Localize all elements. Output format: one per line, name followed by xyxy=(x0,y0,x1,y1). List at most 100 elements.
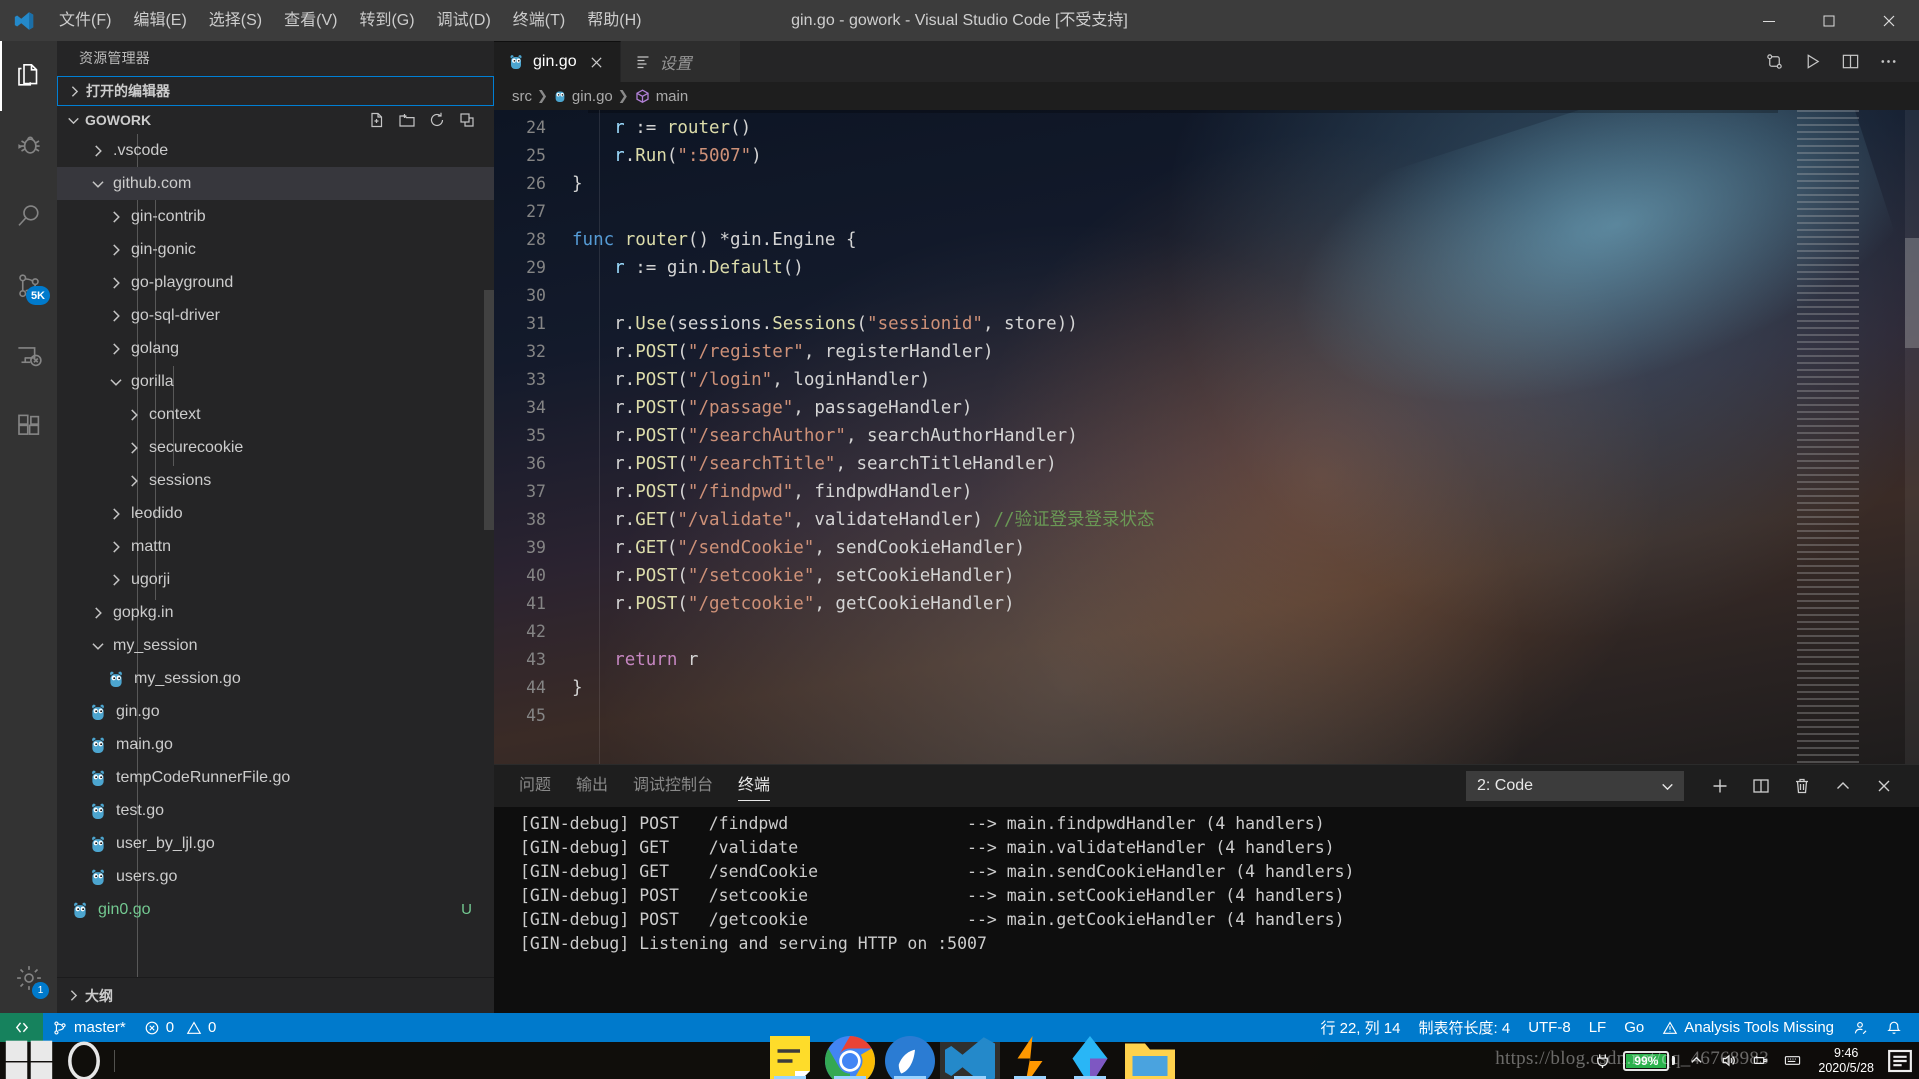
code-line[interactable]: 32 r.POST("/register", registerHandler) xyxy=(494,338,1919,366)
tree-folder-leodido[interactable]: leodido xyxy=(57,497,494,530)
minimize-button[interactable] xyxy=(1739,0,1799,41)
code-line[interactable]: 29 r := gin.Default() xyxy=(494,254,1919,282)
tree-folder-go-sql-driver[interactable]: go-sql-driver xyxy=(57,299,494,332)
tree-file-my_session.go[interactable]: my_session.go xyxy=(57,662,494,695)
split-compare-icon[interactable] xyxy=(1757,45,1791,79)
terminal-selector[interactable]: 2: Code xyxy=(1466,771,1684,801)
chevron-right-icon[interactable] xyxy=(107,274,125,292)
code-line[interactable]: 24 r := router() xyxy=(494,114,1919,142)
breadcrumb[interactable]: src ❯ gin.go ❯ main xyxy=(494,82,1919,110)
status-eol[interactable]: LF xyxy=(1580,1013,1616,1042)
tree-file-gin.go[interactable]: gin.go xyxy=(57,695,494,728)
refresh-icon[interactable] xyxy=(426,109,448,131)
activity-manage-settings[interactable]: 1 xyxy=(0,943,57,1013)
new-file-icon[interactable] xyxy=(366,109,388,131)
tree-folder-securecookie[interactable]: securecookie xyxy=(57,431,494,464)
tree-folder-mattn[interactable]: mattn xyxy=(57,530,494,563)
speaker-icon[interactable] xyxy=(1713,1042,1743,1079)
code-line[interactable]: 45 xyxy=(494,702,1919,730)
tree-folder-github.com[interactable]: github.com xyxy=(57,167,494,200)
tree-folder-sessions[interactable]: sessions xyxy=(57,464,494,497)
chevron-down-icon[interactable] xyxy=(89,637,107,655)
taskbar-edge-icon[interactable] xyxy=(880,1035,940,1079)
code-line[interactable]: 44} xyxy=(494,674,1919,702)
tree-folder-gorilla[interactable]: gorilla xyxy=(57,365,494,398)
menu-help[interactable]: 帮助(H) xyxy=(576,0,652,41)
status-encoding[interactable]: UTF-8 xyxy=(1519,1013,1580,1042)
code-line[interactable]: 31 r.Use(sessions.Sessions("sessionid", … xyxy=(494,310,1919,338)
chevron-right-icon[interactable] xyxy=(107,241,125,259)
editor-scrollbar[interactable] xyxy=(1905,110,1919,764)
tab-settings[interactable]: 设置 xyxy=(620,41,741,82)
scrollbar-thumb[interactable] xyxy=(1905,238,1919,348)
status-bell-icon[interactable] xyxy=(1877,1013,1911,1042)
taskbar-clock[interactable]: 9:46 2020/5/28 xyxy=(1809,1042,1883,1079)
menu-select[interactable]: 选择(S) xyxy=(198,0,273,41)
activity-remote-explorer[interactable] xyxy=(0,321,57,391)
maximize-panel-icon[interactable] xyxy=(1824,767,1862,805)
run-icon[interactable] xyxy=(1795,45,1829,79)
tree-folder-ugorji[interactable]: ugorji xyxy=(57,563,494,596)
tree-folder-gin-contrib[interactable]: gin-contrib xyxy=(57,200,494,233)
menu-edit[interactable]: 编辑(E) xyxy=(122,0,197,41)
code-line[interactable]: 27 xyxy=(494,198,1919,226)
code-line[interactable]: 26} xyxy=(494,170,1919,198)
menu-terminal[interactable]: 终端(T) xyxy=(502,0,576,41)
file-tree[interactable]: .vscode github.com gin-contrib gin-gonic go-… xyxy=(57,134,494,977)
windows-start-icon[interactable] xyxy=(0,1040,58,1079)
chevron-right-icon[interactable] xyxy=(107,505,125,523)
chevron-right-icon[interactable] xyxy=(89,604,107,622)
chevron-right-icon[interactable] xyxy=(107,571,125,589)
close-panel-icon[interactable] xyxy=(1865,767,1903,805)
chevron-right-icon[interactable] xyxy=(89,142,107,160)
maximize-button[interactable] xyxy=(1799,0,1859,41)
touch-keyboard-icon[interactable] xyxy=(1777,1042,1807,1079)
new-folder-icon[interactable] xyxy=(396,109,418,131)
breadcrumb-src[interactable]: src xyxy=(512,88,532,105)
panel-tab-debug-console[interactable]: 调试控制台 xyxy=(633,765,713,807)
chevron-right-icon[interactable] xyxy=(107,208,125,226)
tree-file-tempCodeRunnerFile.go[interactable]: tempCodeRunnerFile.go xyxy=(57,761,494,794)
status-tab-size[interactable]: 制表符长度: 4 xyxy=(1410,1013,1520,1042)
chevron-right-icon[interactable] xyxy=(107,538,125,556)
tree-folder-golang[interactable]: golang xyxy=(57,332,494,365)
breadcrumb-file[interactable]: gin.go xyxy=(572,88,613,105)
tree-folder-go-playground[interactable]: go-playground xyxy=(57,266,494,299)
split-terminal-icon[interactable] xyxy=(1742,767,1780,805)
code-line[interactable]: 43 return r xyxy=(494,646,1919,674)
taskbar-folder-icon[interactable] xyxy=(1120,1042,1180,1079)
menu-bar[interactable]: 文件(F) 编辑(E) 选择(S) 查看(V) 转到(G) 调试(D) 终端(T… xyxy=(48,0,652,41)
code-editor[interactable]: 24 r := router() 25 r.Run(":5007") 26} 27 28… xyxy=(494,110,1919,764)
code-line[interactable]: 36 r.POST("/searchTitle", searchTitleHan… xyxy=(494,450,1919,478)
chevron-right-icon[interactable] xyxy=(125,406,143,424)
activity-search[interactable] xyxy=(0,181,57,251)
status-problems[interactable]: 0 0 xyxy=(135,1013,226,1042)
tab-close-icon[interactable] xyxy=(586,51,608,73)
power-plug-icon[interactable] xyxy=(1587,1042,1617,1079)
code-line[interactable]: 25 r.Run(":5007") xyxy=(494,142,1919,170)
action-center-icon[interactable] xyxy=(1885,1042,1915,1079)
menu-debug[interactable]: 调试(D) xyxy=(426,0,502,41)
battery-indicator[interactable]: 99% xyxy=(1619,1050,1679,1071)
section-open-editors[interactable]: 打开的编辑器 xyxy=(57,76,494,106)
panel-tab-terminal[interactable]: 终端 xyxy=(738,765,771,807)
status-cursor-position[interactable]: 行 22, 列 14 xyxy=(1311,1013,1409,1042)
tab-gin-go[interactable]: gin.go xyxy=(494,41,621,82)
section-outline[interactable]: 大纲 xyxy=(57,977,494,1013)
chevron-right-icon[interactable] xyxy=(125,439,143,457)
show-hidden-icons-icon[interactable] xyxy=(1681,1042,1711,1079)
activity-source-control[interactable]: 5K xyxy=(0,251,57,321)
taskbar-sticky-note-icon[interactable] xyxy=(760,1035,820,1079)
tree-file-main.go[interactable]: main.go xyxy=(57,728,494,761)
panel-tab-output[interactable]: 输出 xyxy=(576,765,608,807)
code-line[interactable]: 35 r.POST("/searchAuthor", searchAuthorH… xyxy=(494,422,1919,450)
code-line[interactable]: 39 r.GET("/sendCookie", sendCookieHandle… xyxy=(494,534,1919,562)
new-terminal-icon[interactable] xyxy=(1701,767,1739,805)
status-feedback-icon[interactable] xyxy=(1843,1013,1877,1042)
taskbar-sublime-icon[interactable] xyxy=(1000,1035,1060,1079)
chevron-down-icon[interactable] xyxy=(107,373,125,391)
code-line[interactable]: 38 r.GET("/validate", validateHandler) /… xyxy=(494,506,1919,534)
menu-view[interactable]: 查看(V) xyxy=(273,0,348,41)
tree-folder-my_session[interactable]: my_session xyxy=(57,629,494,662)
tree-folder-gin-gonic[interactable]: gin-gonic xyxy=(57,233,494,266)
